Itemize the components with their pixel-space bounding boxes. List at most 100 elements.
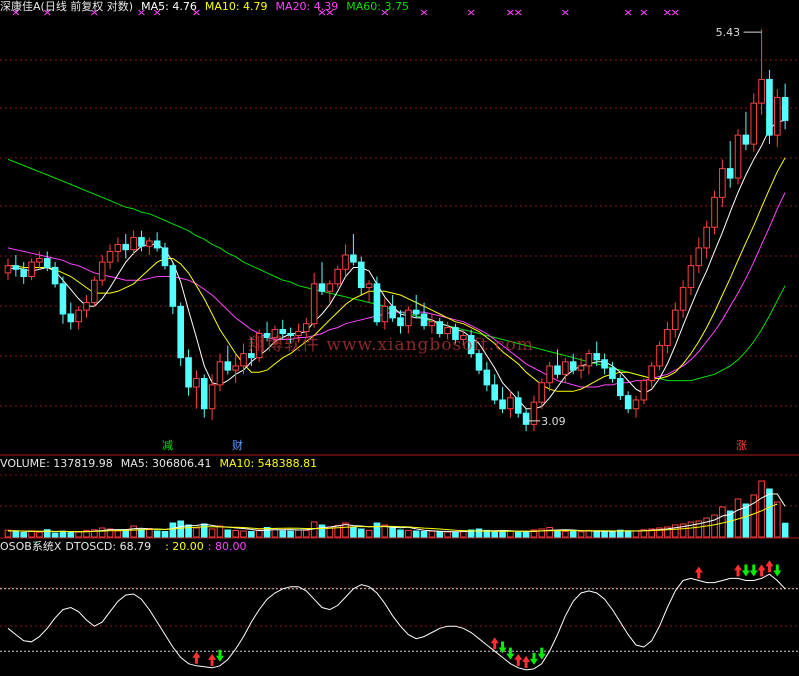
volume-bar xyxy=(36,531,43,538)
volume-bar xyxy=(522,532,530,538)
candle-body xyxy=(106,250,114,263)
price-header: 深康佳A(日线 前复权 对数) MA5: 4.76 MA10: 4.79 MA20: … xyxy=(0,0,417,13)
volume-bar xyxy=(491,530,498,538)
volume-bar xyxy=(240,530,247,538)
watermark: 翔博软件 www.xiangbosoft.com xyxy=(248,335,534,355)
candle-body xyxy=(20,268,27,278)
volume-bar xyxy=(130,525,137,538)
candle-body xyxy=(51,266,59,285)
volume-bar xyxy=(295,529,302,538)
volume-bar xyxy=(365,529,373,538)
volume-bar xyxy=(405,529,412,538)
volume-bar xyxy=(711,514,718,538)
candle-body xyxy=(153,240,161,249)
candle-body xyxy=(695,247,703,267)
candle-body xyxy=(36,258,43,263)
candle-body xyxy=(632,399,640,410)
buy-arrow xyxy=(734,564,743,577)
candle-body xyxy=(43,258,51,268)
volume-bar xyxy=(185,524,192,538)
candle-body xyxy=(546,365,553,384)
candle-body xyxy=(671,309,679,331)
candle-body xyxy=(67,313,75,323)
candle-body xyxy=(28,261,35,278)
ma5-readout: MA5: 4.76 xyxy=(141,0,197,13)
candle-body xyxy=(569,361,577,371)
volume-bar xyxy=(357,528,365,538)
volume-ma-lines xyxy=(7,493,786,533)
candle-body xyxy=(656,345,663,367)
volume-bar xyxy=(562,531,569,538)
candle-body xyxy=(726,168,734,179)
volume-bar xyxy=(514,531,522,538)
volume-bar xyxy=(138,529,145,538)
x-marker xyxy=(624,9,632,16)
candle-body xyxy=(146,240,153,247)
candle-body xyxy=(365,283,373,289)
sell-arrow xyxy=(773,564,782,577)
x-marker xyxy=(640,9,648,16)
volume-bar xyxy=(177,520,184,538)
candle-body xyxy=(538,382,546,403)
tag-limit-up: 涨 xyxy=(736,439,747,452)
candle-body xyxy=(208,384,216,410)
volume-bar xyxy=(373,522,381,538)
ma20-path xyxy=(7,192,786,388)
candle-body xyxy=(334,268,341,285)
candle-body xyxy=(185,357,192,388)
buy-arrow xyxy=(490,637,499,650)
candle-body xyxy=(177,305,184,359)
volume-bar xyxy=(389,527,396,538)
volume-bar xyxy=(742,503,750,538)
candle-body xyxy=(711,196,718,228)
candle-body xyxy=(491,384,498,401)
volume-bar xyxy=(671,524,679,538)
volume-bar xyxy=(279,530,287,538)
buy-arrow xyxy=(522,655,531,668)
candle-body xyxy=(200,378,208,410)
x-marker xyxy=(514,9,522,16)
candle-body xyxy=(232,365,239,371)
sell-arrow xyxy=(537,647,546,660)
volume-bar xyxy=(208,528,216,538)
volume-bar xyxy=(200,523,208,538)
ma5-line xyxy=(7,119,786,410)
candle-body xyxy=(75,309,82,323)
buy-arrow xyxy=(514,653,523,666)
volume-bar xyxy=(303,529,310,538)
volume-bar xyxy=(12,531,20,538)
candle-body xyxy=(499,399,506,410)
candle-body xyxy=(350,254,357,263)
volume-bar xyxy=(609,530,616,538)
candle-body xyxy=(483,369,491,386)
volume-bar xyxy=(499,531,506,538)
low-price-label: 3.09 xyxy=(541,415,566,428)
volume-bar xyxy=(452,531,459,538)
sell-arrow xyxy=(749,564,758,577)
volume-bar xyxy=(428,530,436,538)
volume-bar xyxy=(153,530,161,538)
volume-bar xyxy=(397,529,404,538)
candle-body xyxy=(774,97,781,136)
volume-bar xyxy=(475,528,483,538)
stock-label: 深康佳A(日线 前复权 对数) xyxy=(0,0,134,13)
ma10-readout: MA10: 4.79 xyxy=(204,0,268,13)
candle-body xyxy=(703,226,710,249)
candle-body xyxy=(122,243,130,251)
sell-arrow xyxy=(741,564,750,577)
candle-body xyxy=(507,397,514,410)
volume-bar xyxy=(350,527,357,538)
candle-body xyxy=(554,365,561,375)
sell-arrow xyxy=(506,647,515,660)
x-marker xyxy=(664,9,671,16)
candle-body xyxy=(405,309,412,327)
candle-body xyxy=(216,361,224,386)
candle-body xyxy=(83,302,90,311)
signal-arrows xyxy=(192,560,782,668)
sell-arrow xyxy=(529,652,538,665)
candle-body xyxy=(664,329,671,347)
volume-readout: VOLUME: 137819.98 xyxy=(0,457,113,470)
candle-body xyxy=(758,78,765,104)
vol-ma5-readout: MA5: 306806.41 xyxy=(120,457,212,470)
indicator-header: OSOB系统X DTOSCD: 68.79: 20.00: 80.00 xyxy=(0,540,254,553)
